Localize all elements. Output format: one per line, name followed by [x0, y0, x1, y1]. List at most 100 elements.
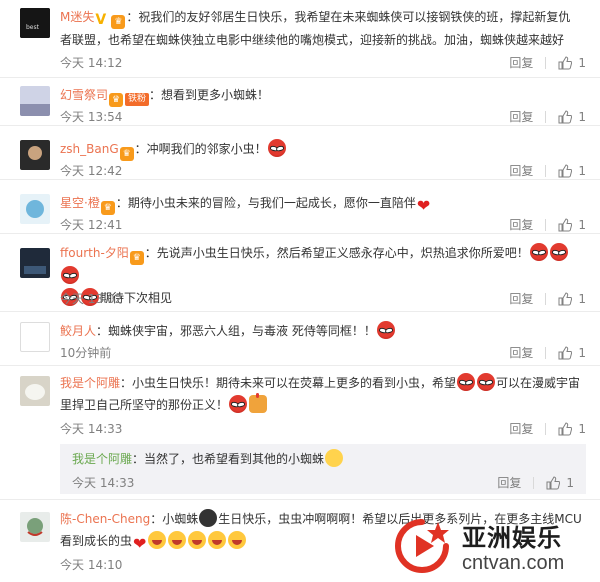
thumbs-up-icon: [558, 55, 573, 69]
grin-emoji-icon: [188, 531, 207, 549]
avatar-image: [20, 140, 50, 170]
avatar-image: [20, 376, 50, 406]
username[interactable]: 星空·橙: [60, 196, 100, 210]
comment-item: 鲛月人：蜘蛛侠宇宙，邪恶六人组，与毒液 死侍等同框！！ 10分钟前 回复 1: [0, 312, 600, 366]
avatar-image: best: [20, 8, 50, 38]
cake-emoji-icon: [249, 393, 268, 413]
thumbs-up-icon: [558, 345, 573, 359]
avatar-image: [20, 194, 50, 224]
like-count: 1: [578, 163, 586, 178]
comment-time: 10分钟前: [60, 346, 112, 360]
thumbs-up-icon: [558, 163, 573, 177]
username[interactable]: 我是个阿雕: [60, 376, 120, 390]
reply-time: 今天 14:33: [72, 476, 135, 490]
comment-text: ：小虫生日快乐！期待未来可以在荧幕上更多的看到小虫，希望: [120, 376, 457, 390]
comment-time: 今天 12:42: [60, 164, 123, 178]
thumbs-up-icon: [558, 217, 573, 231]
avatar[interactable]: [20, 322, 50, 352]
like-count: 1: [578, 55, 586, 70]
avatar-image: [20, 512, 50, 542]
username[interactable]: zsh_BanG: [60, 142, 119, 156]
reply-button[interactable]: 回复: [509, 162, 533, 179]
divider: [545, 164, 547, 177]
spiderman-emoji-icon: [229, 395, 248, 413]
comment-text: ：蜘蛛侠宇宙，邪恶六人组，与毒液 死侍等同框！！: [96, 324, 376, 338]
like-button[interactable]: 1: [558, 346, 586, 360]
username[interactable]: 幻雪祭司: [60, 88, 108, 102]
reply-button[interactable]: 回复: [497, 474, 521, 491]
divider: [545, 56, 547, 69]
like-button[interactable]: 1: [546, 476, 574, 490]
fans-badge: 铁粉: [125, 93, 150, 106]
vip-crown-icon: ♛: [109, 93, 124, 107]
vip-crown-icon: ♛: [100, 201, 115, 215]
avatar[interactable]: [20, 376, 50, 406]
username[interactable]: ffourth-夕阳: [60, 246, 129, 260]
vip-crown-icon: ♛: [111, 15, 126, 29]
divider: [545, 110, 547, 123]
heart-emoji-icon: ❤: [416, 196, 431, 215]
comment-item: zsh_BanG ♛ ：冲啊我们的邻家小虫！ 今天 12:42 回复 1: [0, 126, 600, 180]
comment-time: 今天 14:10: [60, 558, 123, 572]
avatar[interactable]: [20, 86, 50, 116]
reply-username[interactable]: 我是个阿雕: [72, 452, 132, 466]
comment-text: ：先说声小虫生日快乐，然后希望正义感永存心中，炽热追求你所爱吧！: [144, 246, 529, 260]
vip-crown-icon: ♛: [129, 251, 144, 265]
like-button[interactable]: 1: [558, 110, 586, 124]
avatar[interactable]: best: [20, 8, 50, 38]
avatar[interactable]: [20, 194, 50, 224]
like-button[interactable]: 1: [558, 218, 586, 232]
spiderman-emoji-icon: [61, 266, 79, 284]
username[interactable]: 陈-Chen-Cheng: [60, 512, 150, 526]
like-count: 1: [578, 291, 586, 306]
divider: [533, 476, 535, 489]
vip-crown-icon: ♛: [119, 147, 134, 161]
sub-reply: 我是个阿雕：当然了，也希望看到其他的小蜘蛛 今天 14:33 回复 1: [60, 444, 586, 494]
reply-button[interactable]: 回复: [509, 54, 533, 71]
comment-text: ：祝我们的友好邻居生日快乐，我希望在未来蜘蛛侠可以接钢铁侠的班，撑起新复仇: [126, 10, 571, 24]
comment-text-continued: 者联盟，也希望在蜘蛛侠独立电影中继续他的嘴炮模式，迎接新的挑战。加油，蜘蛛侠越来…: [60, 33, 565, 47]
reply-button[interactable]: 回复: [509, 216, 533, 233]
watermark-url: cntvan.com: [462, 552, 565, 574]
reply-button[interactable]: 回复: [509, 344, 533, 361]
like-count: 1: [566, 475, 574, 490]
comment-item: best M迷失V ♛ ：祝我们的友好邻居生日快乐，我希望在未来蜘蛛侠可以接钢铁侠的…: [0, 0, 600, 78]
comment-item: ffourth-夕阳 ♛ ：先说声小虫生日快乐，然后希望正义感永存心中，炽热追求你所…: [0, 234, 600, 312]
reply-button[interactable]: 回复: [509, 290, 533, 307]
thumbs-up-icon: [558, 421, 573, 435]
comment-text: ：冲啊我们的邻家小虫！: [134, 142, 267, 156]
thumbs-up-icon: [558, 109, 573, 123]
like-button[interactable]: 1: [558, 292, 586, 306]
username[interactable]: 鲛月人: [60, 324, 96, 338]
divider: [545, 346, 547, 359]
reply-text: ：当然了，也希望看到其他的小蜘蛛: [132, 452, 325, 466]
comment-text-continued: 可以在漫威宇宙: [496, 376, 581, 390]
like-button[interactable]: 1: [558, 56, 586, 70]
reply-button[interactable]: 回复: [509, 420, 533, 437]
comment-time: 今天 12:41: [60, 218, 123, 232]
spiderman-emoji-icon: [457, 373, 476, 391]
spiderman-emoji-icon: [267, 139, 286, 157]
avatar[interactable]: [20, 248, 50, 278]
comment-item: 星空·橙 ♛ ：期待小虫未来的冒险，与我们一起成长，愿你一直陪伴❤ 今天 12:41…: [0, 180, 600, 234]
divider: [545, 292, 547, 305]
like-button[interactable]: 1: [558, 164, 586, 178]
comment-time: 今天 13:02: [60, 292, 123, 306]
divider: [545, 218, 547, 231]
heart-emoji-icon: ❤: [133, 534, 147, 553]
avatar[interactable]: [20, 140, 50, 170]
comment-time: 今天 14:33: [60, 422, 123, 436]
username[interactable]: M迷失: [60, 10, 94, 24]
like-button[interactable]: 1: [558, 422, 586, 436]
avatar[interactable]: [20, 512, 50, 542]
spiderman-emoji-icon: [376, 321, 395, 339]
comment-text: ：期待小虫未来的冒险，与我们一起成长，愿你一直陪伴: [115, 196, 416, 210]
grin-emoji-icon: [228, 531, 247, 549]
comment-time: 今天 13:54: [60, 110, 123, 124]
verified-v-icon: V: [95, 12, 107, 28]
reply-button[interactable]: 回复: [509, 108, 533, 125]
grin-emoji-icon: [148, 531, 167, 549]
like-count: 1: [578, 217, 586, 232]
avatar-image: [20, 86, 50, 116]
thumbs-up-icon: [546, 475, 561, 489]
